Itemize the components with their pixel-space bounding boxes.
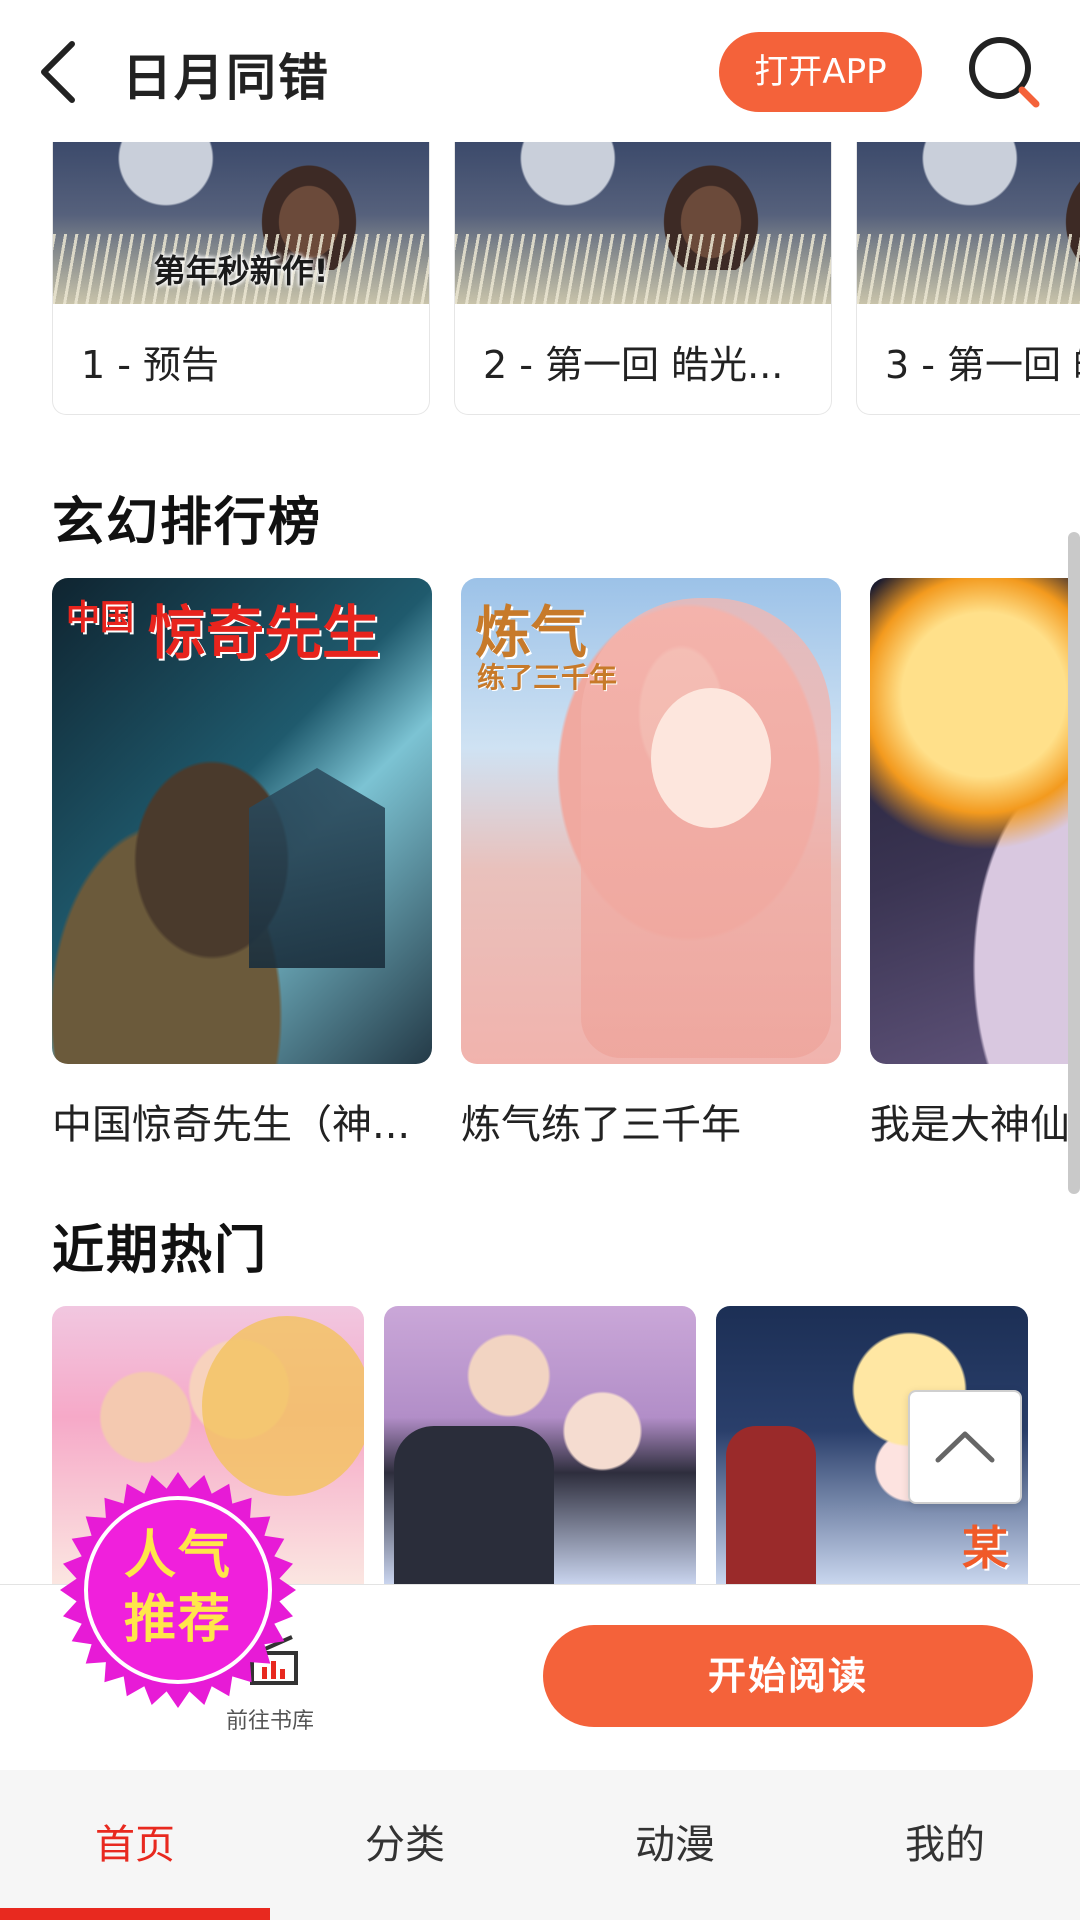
- episode-thumbnail: 第年秒新作!: [53, 142, 429, 304]
- episode-thumbnail: [857, 142, 1080, 304]
- back-icon[interactable]: [30, 36, 90, 108]
- header-bar: 日月同错 打开APP: [0, 0, 1080, 142]
- episode-card[interactable]: 第年秒新作! 1 - 预告: [52, 142, 430, 415]
- comic-cover: 炼气 练了三千年: [461, 578, 841, 1064]
- comic-cover: [870, 578, 1080, 1064]
- comic-title: 我是大神仙: [870, 1102, 1070, 1148]
- episode-label: 1 - 预告: [81, 343, 220, 387]
- comic-card[interactable]: 我是大神仙: [870, 578, 1080, 1150]
- cover-title-small: 练了三千年: [477, 661, 618, 694]
- badge-line-2: 推荐: [123, 1590, 232, 1650]
- comic-title: 炼气练了三千年: [461, 1102, 741, 1148]
- episode-thumbnail: [455, 142, 831, 304]
- badge-line-1: 人气: [123, 1526, 232, 1586]
- ranking-section-title: 玄幻排行榜: [52, 493, 323, 553]
- badge-text: 人气 推荐: [58, 1524, 298, 1652]
- tab-category[interactable]: 分类: [270, 1770, 540, 1920]
- hot-comic-cover[interactable]: [384, 1306, 696, 1584]
- chevron-up-icon: [935, 1431, 995, 1463]
- cover-title: 某: [962, 1521, 1008, 1575]
- tab-anime[interactable]: 动漫: [540, 1770, 810, 1920]
- episode-label: 2 - 第一回 皓光...: [483, 343, 784, 387]
- page-title: 日月同错: [122, 49, 330, 107]
- tab-home[interactable]: 首页: [0, 1770, 270, 1920]
- popular-recommend-badge[interactable]: 人气 推荐: [58, 1470, 298, 1710]
- episode-card[interactable]: 2 - 第一回 皓光...: [454, 142, 832, 415]
- back-to-top-button[interactable]: [908, 1390, 1022, 1504]
- comic-card[interactable]: 中国 惊奇先生 中国惊奇先生（神...: [52, 578, 432, 1150]
- search-icon[interactable]: [964, 32, 1044, 112]
- episode-card[interactable]: 3 - 第一回 皓: [856, 142, 1080, 415]
- cover-title-small: 中国: [66, 598, 134, 638]
- tab-mine[interactable]: 我的: [810, 1770, 1080, 1920]
- episode-label: 3 - 第一回 皓: [885, 343, 1080, 387]
- comic-title: 中国惊奇先生（神...: [52, 1102, 411, 1148]
- bottom-tab-bar: 首页 分类 动漫 我的: [0, 1770, 1080, 1920]
- active-tab-indicator: [0, 1908, 270, 1920]
- start-reading-button[interactable]: 开始阅读: [543, 1625, 1033, 1727]
- hot-section-title: 近期热门: [52, 1221, 269, 1281]
- scrollbar[interactable]: [1068, 532, 1080, 1194]
- comic-cover: 中国 惊奇先生: [52, 578, 432, 1064]
- comic-card[interactable]: 炼气 练了三千年 炼气练了三千年: [461, 578, 841, 1150]
- open-app-button[interactable]: 打开APP: [719, 32, 922, 112]
- episode-list: 第年秒新作! 1 - 预告 2 - 第一回 皓光... 3 - 第一回 皓: [0, 142, 1080, 417]
- thumbnail-caption: 第年秒新作!: [153, 252, 329, 290]
- cover-title: 惊奇先生: [148, 599, 381, 667]
